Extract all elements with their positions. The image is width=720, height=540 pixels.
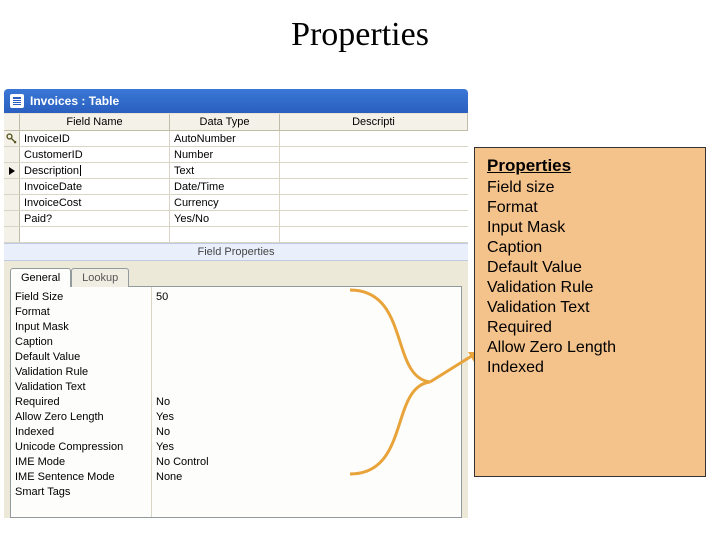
callout-item: Caption — [487, 238, 693, 258]
field-name-cell[interactable]: Paid? — [20, 211, 170, 226]
data-type-cell[interactable] — [170, 227, 280, 242]
field-name-cell[interactable]: InvoiceID — [20, 131, 170, 146]
field-name-cell[interactable]: InvoiceDate — [20, 179, 170, 194]
property-name[interactable]: IME Sentence Mode — [15, 470, 147, 485]
description-cell[interactable] — [280, 163, 468, 178]
tab-general[interactable]: General — [10, 268, 71, 287]
callout-item: Format — [487, 198, 693, 218]
row-selector[interactable] — [4, 195, 20, 210]
property-value[interactable] — [156, 335, 457, 350]
property-name[interactable]: Field Size — [15, 290, 147, 305]
slide-title: Properties — [0, 18, 720, 52]
property-name[interactable]: Validation Text — [15, 380, 147, 395]
window-title: Invoices : Table — [30, 94, 119, 108]
property-names-column: Field SizeFormatInput MaskCaptionDefault… — [11, 287, 151, 517]
data-type-cell[interactable]: AutoNumber — [170, 131, 280, 146]
property-value[interactable] — [156, 305, 457, 320]
table-row[interactable]: InvoiceIDAutoNumber — [4, 131, 468, 147]
property-value[interactable] — [156, 320, 457, 335]
row-selector[interactable] — [4, 179, 20, 194]
grid-body: InvoiceIDAutoNumberCustomerIDNumberDescr… — [4, 131, 468, 243]
primary-key-icon[interactable] — [4, 131, 20, 146]
callout-item: Default Value — [487, 258, 693, 278]
current-row-icon[interactable] — [4, 163, 20, 178]
table-row[interactable]: DescriptionText — [4, 163, 468, 179]
table-row[interactable]: InvoiceDateDate/Time — [4, 179, 468, 195]
property-name[interactable]: Smart Tags — [15, 485, 147, 500]
properties-panel: Field SizeFormatInput MaskCaptionDefault… — [10, 286, 462, 518]
tab-lookup[interactable]: Lookup — [71, 268, 129, 287]
header-selector[interactable] — [4, 114, 20, 130]
property-value[interactable]: No Control — [156, 455, 457, 470]
property-name[interactable]: Required — [15, 395, 147, 410]
properties-tabs-area: General Lookup Field SizeFormatInput Mas… — [4, 261, 468, 518]
properties-tabs: General Lookup — [10, 267, 462, 286]
property-value[interactable]: Yes — [156, 440, 457, 455]
header-name[interactable]: Field Name — [20, 114, 170, 130]
data-type-cell[interactable]: Currency — [170, 195, 280, 210]
data-type-cell[interactable]: Date/Time — [170, 179, 280, 194]
field-name-cell[interactable] — [20, 227, 170, 242]
description-cell[interactable] — [280, 179, 468, 194]
field-name-cell[interactable]: InvoiceCost — [20, 195, 170, 210]
table-row[interactable]: InvoiceCostCurrency — [4, 195, 468, 211]
row-selector[interactable] — [4, 147, 20, 162]
property-name[interactable]: Default Value — [15, 350, 147, 365]
property-name[interactable]: Caption — [15, 335, 147, 350]
property-value[interactable]: No — [156, 425, 457, 440]
description-cell[interactable] — [280, 227, 468, 242]
property-name[interactable]: Allow Zero Length — [15, 410, 147, 425]
description-cell[interactable] — [280, 147, 468, 162]
callout-box: Properties Field sizeFormatInput MaskCap… — [474, 147, 706, 477]
row-selector[interactable] — [4, 227, 20, 242]
table-row[interactable]: CustomerIDNumber — [4, 147, 468, 163]
description-cell[interactable] — [280, 211, 468, 226]
callout-item: Field size — [487, 178, 693, 198]
property-value[interactable]: 50 — [156, 290, 457, 305]
field-name-cell[interactable]: CustomerID — [20, 147, 170, 162]
property-name[interactable]: Indexed — [15, 425, 147, 440]
callout-item: Allow Zero Length — [487, 338, 693, 358]
description-cell[interactable] — [280, 131, 468, 146]
table-icon — [10, 94, 24, 108]
callout-title: Properties — [487, 156, 693, 176]
callout-item: Input Mask — [487, 218, 693, 238]
titlebar[interactable]: Invoices : Table — [4, 89, 468, 113]
callout-item: Required — [487, 318, 693, 338]
header-description[interactable]: Descripti — [280, 114, 468, 130]
row-selector[interactable] — [4, 211, 20, 226]
property-value[interactable] — [156, 350, 457, 365]
data-type-cell[interactable]: Number — [170, 147, 280, 162]
property-value[interactable] — [156, 365, 457, 380]
table-row[interactable]: Paid?Yes/No — [4, 211, 468, 227]
property-name[interactable]: Format — [15, 305, 147, 320]
description-cell[interactable] — [280, 195, 468, 210]
access-window: Invoices : Table Field Name Data Type De… — [4, 89, 468, 519]
data-type-cell[interactable]: Yes/No — [170, 211, 280, 226]
table-row[interactable] — [4, 227, 468, 243]
property-value[interactable] — [156, 380, 457, 395]
callout-item: Indexed — [487, 358, 693, 378]
field-name-cell[interactable]: Description — [20, 163, 170, 178]
header-type[interactable]: Data Type — [170, 114, 280, 130]
callout-item: Validation Rule — [487, 278, 693, 298]
property-value[interactable] — [156, 485, 457, 500]
property-value[interactable]: None — [156, 470, 457, 485]
text-caret — [80, 165, 81, 176]
grid-headers: Field Name Data Type Descripti — [4, 113, 468, 131]
callout-item: Validation Text — [487, 298, 693, 318]
data-type-cell[interactable]: Text — [170, 163, 280, 178]
property-name[interactable]: Input Mask — [15, 320, 147, 335]
property-value[interactable]: Yes — [156, 410, 457, 425]
field-properties-bar: Field Properties — [4, 243, 468, 261]
property-name[interactable]: Validation Rule — [15, 365, 147, 380]
property-name[interactable]: IME Mode — [15, 455, 147, 470]
property-name[interactable]: Unicode Compression — [15, 440, 147, 455]
property-values-column: 50NoYesNoYesNo ControlNone — [151, 287, 461, 517]
property-value[interactable]: No — [156, 395, 457, 410]
